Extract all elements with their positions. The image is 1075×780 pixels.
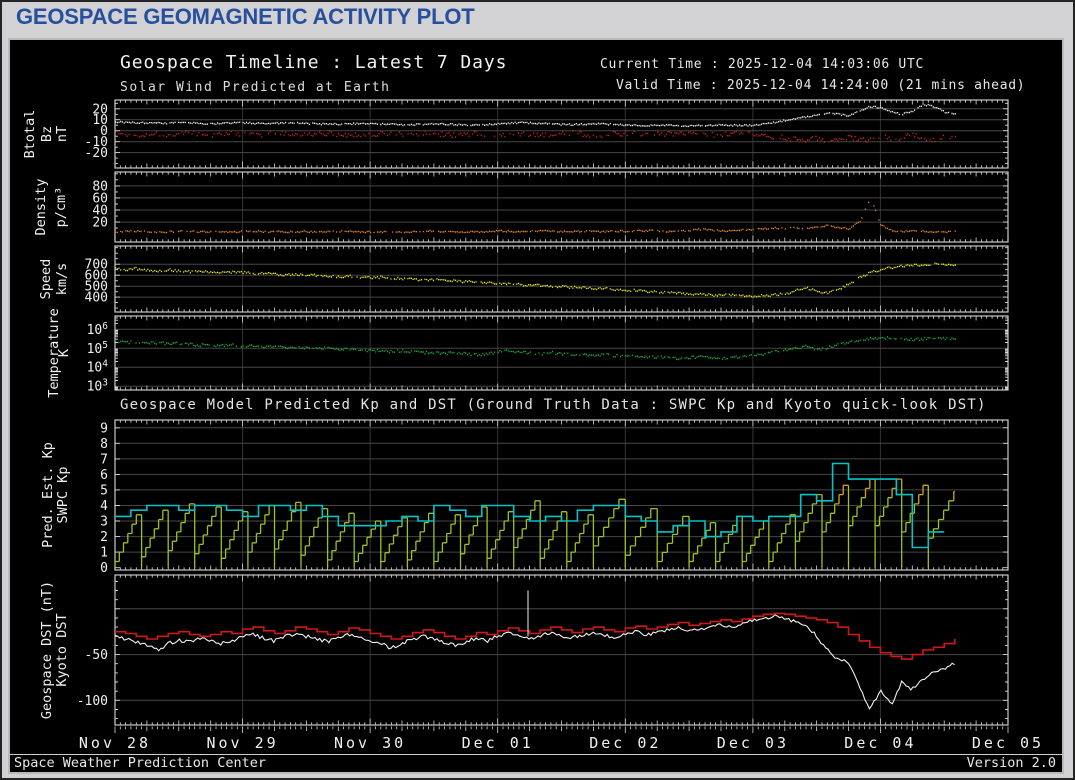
panel-temperature: 106105104103TemperatureK xyxy=(46,308,1009,398)
plot-title: Geospace Timeline : Latest 7 Days xyxy=(120,52,508,73)
ytick-label: 8 xyxy=(100,437,108,452)
footer-org-label: Space Weather Prediction Center xyxy=(14,755,266,771)
xtick-label: Dec 02 xyxy=(589,734,661,752)
panel-kp: 9876543210 Pred. Est. Kp SWPC Kp xyxy=(40,419,1009,576)
xtick-label: Nov 30 xyxy=(334,734,406,752)
dst-axis-name: Kyoto DST xyxy=(54,613,70,686)
ytick-label: 103 xyxy=(87,378,108,395)
xtick-label: Nov 28 xyxy=(79,734,151,752)
valid-time-label: Valid Time : 2025-12-04 14:24:00 (21 min… xyxy=(616,78,1026,93)
ytick-label: 1 xyxy=(100,546,108,561)
kp-axis-name: Pred. Est. Kp xyxy=(40,442,56,548)
page-title: GEOSPACE GEOMAGNETIC ACTIVITY PLOT xyxy=(16,4,475,29)
series-pred-est-kp-high xyxy=(815,478,955,504)
ytick-label: 105 xyxy=(87,340,108,357)
ytick-label: -50 xyxy=(85,648,108,663)
ytick-label: 104 xyxy=(87,359,109,376)
density-axis-name: Density xyxy=(33,179,49,236)
ytick-label: 7 xyxy=(100,452,108,467)
ytick-label: -20 xyxy=(85,146,108,161)
ytick-label: 5 xyxy=(100,483,108,498)
series-speed xyxy=(115,262,956,298)
dst-axis-name: Geospace DST (nT) xyxy=(39,581,55,719)
panel-speed: 700600500400Speed km/s xyxy=(38,245,1009,313)
series-geospace-dst xyxy=(114,614,955,710)
speed-axis-name: km/s xyxy=(54,263,70,296)
ytick-label: 400 xyxy=(85,291,108,306)
xtick-label: Nov 29 xyxy=(207,734,279,752)
imf-axis-name: Btotal xyxy=(22,110,38,159)
panel-dst: -50 -100 Geospace DST (nT) Kyoto DST xyxy=(39,574,1009,726)
imf-axis-name: nT xyxy=(54,126,70,142)
imf-axis-name: Bz xyxy=(39,126,55,142)
current-time-label: Current Time : 2025-12-04 14:03:06 UTC xyxy=(600,57,925,72)
plot-container: 20 10 0 -10 -20 Btotal Bz nT 80 60 40 20 Density p/cm… xyxy=(8,38,1064,774)
ytick-label: 0 xyxy=(100,561,108,576)
x-axis: Nov 28 Nov 29 Nov 30 Dec 01 Dec 02 Dec 03 Dec … xyxy=(10,726,1062,755)
xtick-label: Dec 04 xyxy=(844,734,916,752)
plot-subtitle: Solar Wind Predicted at Earth xyxy=(120,80,391,95)
kp-axis-name: SWPC Kp xyxy=(55,467,71,524)
speed-axis-name: Speed xyxy=(38,259,54,300)
series-density xyxy=(115,201,956,234)
panel-imf: 20100-10-20Btotal Bz nT xyxy=(22,99,1009,169)
ytick-label: 6 xyxy=(100,468,108,483)
ytick-label: 2 xyxy=(100,530,108,545)
panel-density: 80604020Density p/cm³ xyxy=(33,171,1009,243)
footer-version-label: Version 2.0 xyxy=(966,755,1056,771)
ytick-label: 20 xyxy=(92,216,108,231)
ytick-label: 106 xyxy=(87,321,109,338)
ytick-label: 9 xyxy=(100,421,108,436)
xtick-label: Dec 05 xyxy=(972,734,1044,752)
series-btotal xyxy=(115,103,956,128)
xtick-label: Dec 01 xyxy=(462,734,534,752)
density-axis-name: p/cm³ xyxy=(53,187,69,228)
series-pred-est-kp xyxy=(114,479,954,568)
temperature-axis-name: K xyxy=(56,348,72,357)
ytick-label: 3 xyxy=(100,515,108,530)
kp-dst-caption: Geospace Model Predicted Kp and DST (Gro… xyxy=(120,397,987,413)
ytick-label: -100 xyxy=(77,694,108,709)
ytick-label: 4 xyxy=(100,499,108,514)
xtick-label: Dec 03 xyxy=(717,734,789,752)
